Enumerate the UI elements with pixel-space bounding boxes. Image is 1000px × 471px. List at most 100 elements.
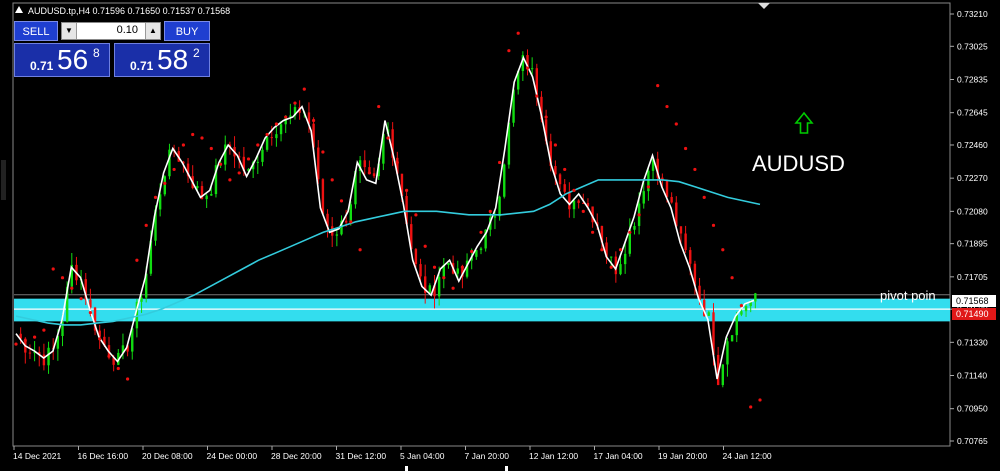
sar-dot bbox=[312, 118, 316, 123]
x-tick-label: 31 Dec 12:00 bbox=[336, 451, 387, 461]
sar-dot bbox=[51, 267, 55, 271]
sar-dot bbox=[442, 276, 446, 280]
buy-button[interactable]: BUY bbox=[164, 21, 210, 41]
sar-dot bbox=[126, 377, 130, 381]
sar-dot bbox=[609, 265, 613, 269]
x-tick-label: 5 Jan 04:00 bbox=[400, 451, 445, 461]
sell-price-point: 8 bbox=[93, 46, 100, 60]
sar-dot bbox=[172, 167, 176, 172]
y-tick-label: 0.73025 bbox=[957, 41, 988, 51]
sar-dot bbox=[284, 115, 288, 119]
x-tick-label: 14 Dec 2021 bbox=[13, 451, 61, 461]
sar-dot bbox=[405, 188, 409, 192]
y-tick-label: 0.70950 bbox=[957, 404, 988, 414]
sar-dot bbox=[563, 167, 567, 172]
lot-size-value: 0.10 bbox=[116, 24, 138, 36]
buy-price-prefix: 0.71 bbox=[130, 59, 154, 73]
sar-dot bbox=[656, 84, 660, 88]
sar-dot bbox=[488, 209, 492, 213]
sar-dot bbox=[293, 101, 297, 105]
sar-dot bbox=[116, 366, 120, 371]
y-tick-label: 0.72270 bbox=[957, 173, 988, 183]
decrease-lot-icon[interactable]: ▼ bbox=[62, 23, 77, 39]
chart-title: AUDUSD.tp,H4 0.71596 0.71650 0.71537 0.7… bbox=[28, 6, 230, 16]
y-tick-label: 0.72460 bbox=[957, 140, 988, 150]
sar-dot bbox=[711, 223, 716, 227]
x-tick-label: 24 Dec 00:00 bbox=[207, 451, 258, 461]
sar-dot bbox=[525, 66, 530, 70]
sar-dot bbox=[200, 136, 204, 140]
x-tick-label: 12 Jan 12:00 bbox=[529, 451, 578, 461]
sar-dot bbox=[553, 143, 558, 147]
sar-dot bbox=[302, 87, 306, 91]
sar-dot bbox=[628, 230, 632, 234]
y-tick-label: 0.72645 bbox=[957, 108, 988, 118]
increase-lot-icon[interactable]: ▲ bbox=[145, 23, 160, 39]
candle bbox=[503, 163, 506, 199]
sar-dot bbox=[237, 171, 241, 175]
symbol-annotation: AUDUSD bbox=[752, 151, 845, 176]
y-tick-label: 0.73210 bbox=[957, 9, 988, 19]
y-tick-label: 0.71705 bbox=[957, 272, 988, 282]
sar-dot bbox=[60, 276, 65, 280]
buy-price-button[interactable]: 0.71 58 2 bbox=[114, 43, 210, 77]
sar-dot bbox=[739, 304, 744, 308]
sar-dot bbox=[572, 188, 576, 192]
sar-dot bbox=[88, 311, 92, 315]
x-tick-label: 20 Dec 08:00 bbox=[142, 451, 193, 461]
sar-dot bbox=[144, 223, 148, 227]
sar-dot bbox=[414, 213, 418, 217]
sell-button[interactable]: SELL bbox=[14, 21, 58, 41]
sar-dot bbox=[637, 213, 641, 217]
y-tick-label: 0.72080 bbox=[957, 206, 988, 216]
sar-dot bbox=[516, 31, 520, 35]
sar-dot bbox=[498, 160, 502, 165]
y-tick-label: 0.71140 bbox=[957, 371, 987, 381]
sar-dot bbox=[665, 104, 669, 109]
buy-price-main: 58 bbox=[157, 44, 189, 75]
sar-dot bbox=[339, 199, 344, 203]
sar-dot bbox=[544, 115, 548, 119]
x-tick-label: 17 Jan 04:00 bbox=[594, 451, 643, 461]
sar-dot bbox=[377, 104, 381, 109]
x-tick-label: 19 Jan 20:00 bbox=[658, 451, 707, 461]
sar-dot bbox=[600, 248, 604, 252]
sar-dot bbox=[367, 171, 371, 175]
candle bbox=[163, 175, 166, 197]
sar-dot bbox=[135, 258, 139, 262]
sar-dot bbox=[386, 136, 390, 140]
sell-price-prefix: 0.71 bbox=[30, 59, 54, 73]
sar-dot bbox=[758, 398, 762, 402]
secondary-price-label: 0.71490 bbox=[956, 309, 989, 319]
sar-dot bbox=[33, 335, 37, 339]
candle bbox=[721, 364, 724, 388]
sar-dot bbox=[42, 328, 46, 332]
sar-dot bbox=[423, 244, 427, 248]
y-tick-label: 0.70765 bbox=[957, 436, 988, 446]
sar-dot bbox=[228, 178, 232, 182]
sar-dot bbox=[684, 146, 688, 151]
sar-dot bbox=[246, 157, 251, 161]
pivot-zone bbox=[14, 298, 950, 322]
sar-dot bbox=[153, 195, 158, 199]
lot-size-field[interactable]: ▼ 0.10 ▲ bbox=[61, 22, 161, 40]
one-click-trading-panel: SELL ▼ 0.10 ▲ BUY 0.71 56 8 0.71 58 2 bbox=[14, 21, 210, 77]
sar-dot bbox=[256, 143, 260, 147]
sar-dot bbox=[618, 248, 623, 252]
sar-dot bbox=[163, 181, 167, 186]
sar-dot bbox=[330, 178, 334, 182]
sar-dot bbox=[432, 265, 437, 269]
sar-dot bbox=[107, 354, 111, 358]
sar-dot bbox=[265, 132, 269, 137]
sar-dot bbox=[749, 405, 753, 409]
x-tick-label: 24 Jan 12:00 bbox=[723, 451, 772, 461]
sar-dot bbox=[70, 286, 74, 290]
sar-dot bbox=[98, 337, 102, 341]
sar-dot bbox=[395, 160, 399, 165]
sar-dot bbox=[321, 150, 325, 154]
sar-dot bbox=[274, 122, 278, 126]
pivot-label: pivot poin bbox=[880, 288, 936, 303]
sar-dot bbox=[451, 286, 455, 290]
sar-dot bbox=[507, 49, 511, 53]
sell-price-button[interactable]: 0.71 56 8 bbox=[14, 43, 110, 77]
